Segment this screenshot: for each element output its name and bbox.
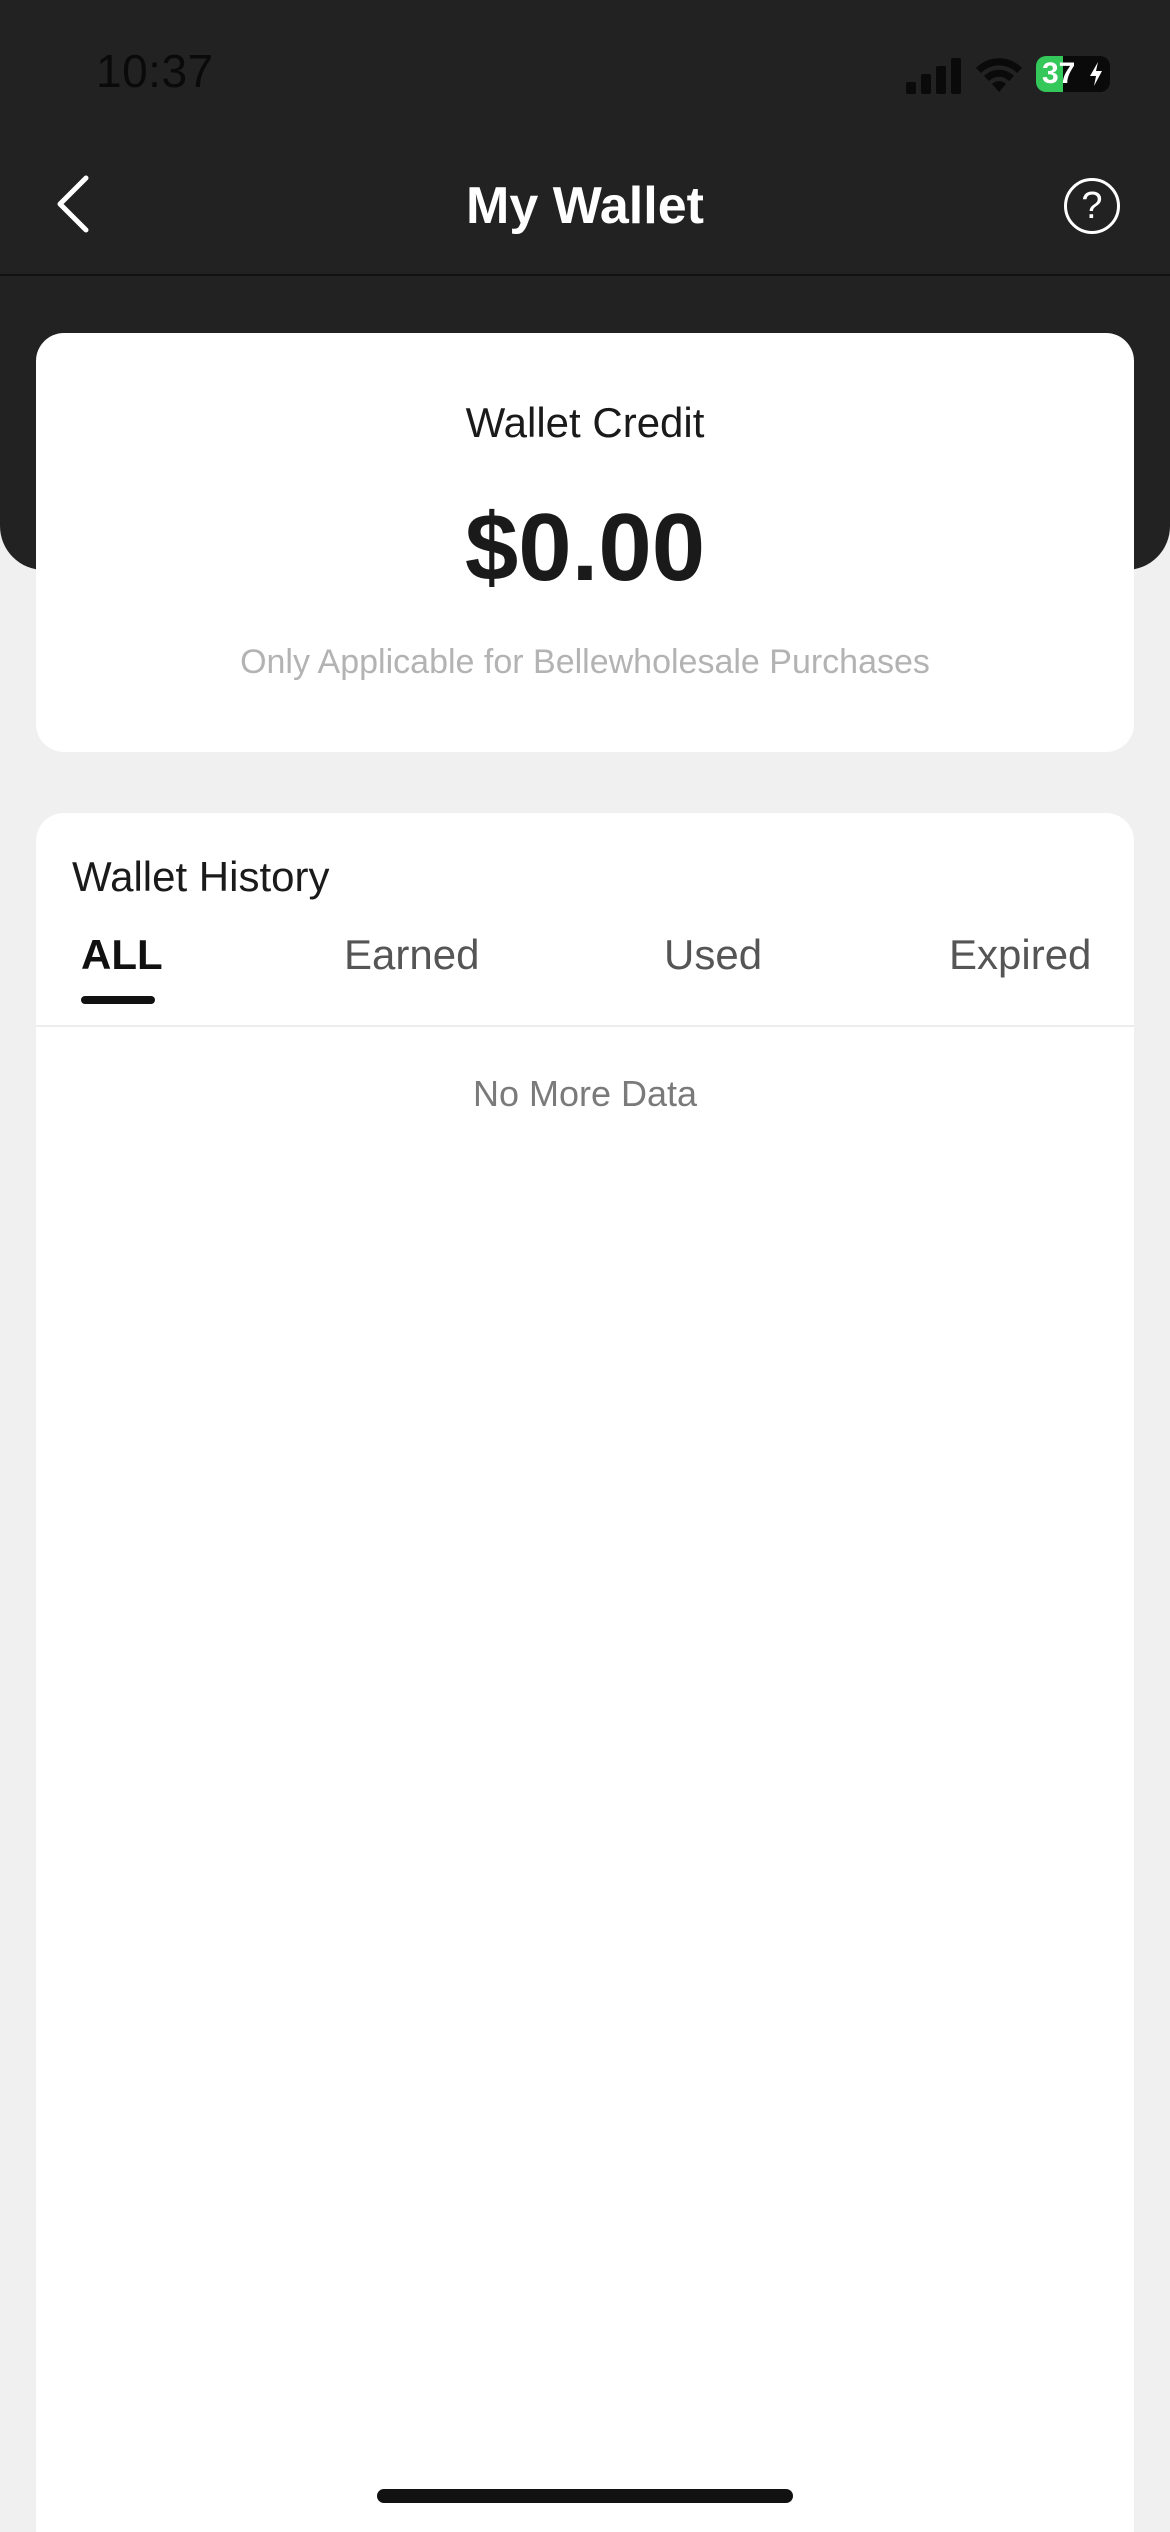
battery-charging-icon: 37: [1036, 56, 1110, 92]
help-button[interactable]: ?: [1064, 178, 1120, 234]
question-circle-icon: ?: [1081, 185, 1103, 227]
tab-earned[interactable]: Earned: [344, 931, 479, 979]
bolt-icon: [1090, 62, 1102, 86]
active-tab-indicator: [81, 996, 155, 1004]
status-time: 10:37: [96, 45, 214, 97]
tab-all[interactable]: ALL: [81, 931, 163, 979]
battery-percent: 37: [1042, 57, 1076, 90]
wallet-credit-card: Wallet Credit $0.00 Only Applicable for …: [36, 333, 1134, 752]
empty-state-text: No More Data: [472, 1073, 698, 1114]
tab-expired[interactable]: Expired: [949, 931, 1091, 979]
signal-icon: [906, 58, 962, 94]
wallet-credit-title: Wallet Credit: [465, 399, 705, 446]
wallet-credit-amount: $0.00: [464, 494, 706, 601]
home-indicator[interactable]: [377, 2489, 793, 2503]
wifi-icon: [976, 58, 1022, 92]
page-title: My Wallet: [466, 177, 704, 235]
history-tabs: ALL Earned Used Expired: [36, 931, 1134, 1027]
wallet-credit-note: Only Applicable for Bellewholesale Purch…: [240, 643, 930, 681]
wallet-screen: 10:37 37 My Wallet ? Wallet Credit $0.00…: [0, 0, 1170, 2532]
wallet-history-title: Wallet History: [72, 853, 330, 900]
tabs-divider: [36, 1025, 1134, 1027]
tab-used[interactable]: Used: [664, 931, 762, 979]
wallet-history-card: Wallet History ALL Earned Used Expired N…: [36, 813, 1134, 2532]
nav-divider: [0, 274, 1170, 276]
